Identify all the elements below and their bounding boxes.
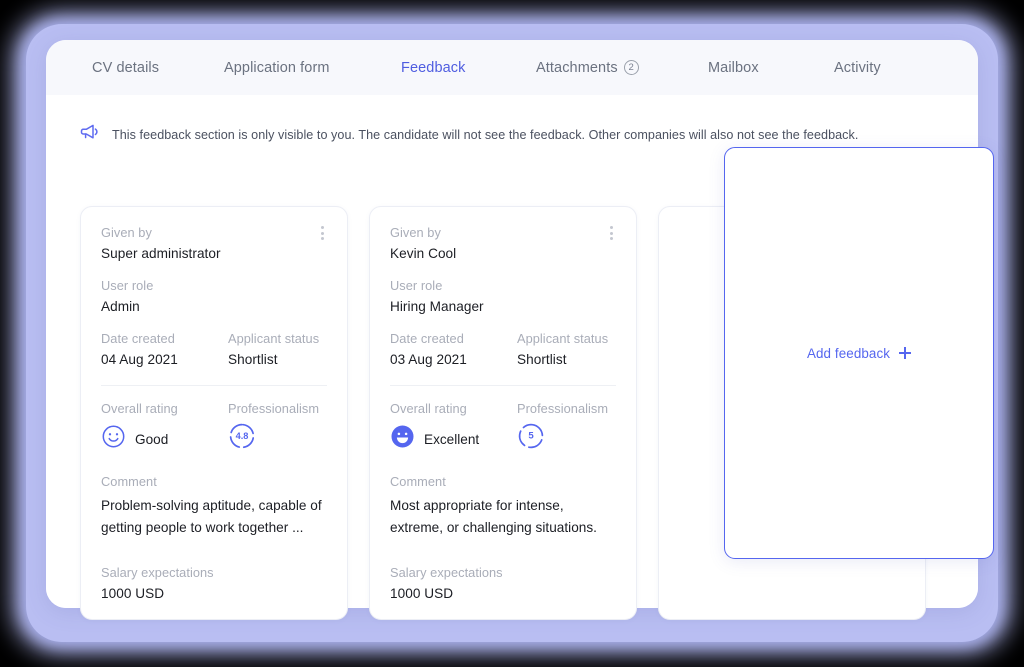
overall-rating-field: Overall rating (101, 401, 228, 455)
tab-label: Activity (834, 59, 881, 76)
tab-mailbox[interactable]: Mailbox (708, 40, 759, 95)
field-value: Kevin Cool (390, 246, 457, 261)
overall-rating-text: Excellent (424, 431, 480, 447)
add-feedback-label: Add feedback (806, 345, 891, 361)
field-value: 03 Aug 2021 (390, 352, 467, 367)
field-value: 1000 USD (101, 586, 165, 602)
comment-field: Comment Problem-solving aptitude, capabl… (101, 474, 327, 539)
ratings-row: Overall rating (101, 401, 327, 455)
field-value: 1000 USD (390, 586, 454, 602)
tab-label: Attachments (536, 59, 618, 76)
field-value: Shortlist (517, 352, 567, 367)
field-label: Given by (101, 225, 152, 240)
tab-cv-details[interactable]: CV details (92, 40, 159, 95)
comment-text: Problem-solving aptitude, capable of get… (101, 498, 322, 536)
user-role-field: User role Hiring Manager (390, 278, 616, 314)
field-label: Overall rating (101, 401, 178, 416)
tab-label: Mailbox (708, 59, 759, 76)
notice-text: This feedback section is only visible to… (112, 127, 859, 142)
tab-label: Application form (224, 59, 330, 76)
field-label: User role (101, 278, 154, 293)
given-by-field: Given by Super administrator (101, 225, 327, 261)
card-menu-icon[interactable] (313, 223, 331, 243)
card-menu-icon[interactable] (602, 223, 620, 243)
feedback-visibility-notice: This feedback section is only visible to… (80, 123, 858, 146)
plus-icon (899, 347, 912, 359)
tab-activity[interactable]: Activity (834, 40, 881, 95)
date-status-row: Date created 03 Aug 2021 Applicant statu… (390, 331, 616, 367)
field-label: Date created (101, 331, 175, 346)
field-label: Salary expectations (101, 565, 214, 581)
salary-field: Salary expectations 1000 USD (390, 565, 616, 601)
professionalism-ring: 5 (517, 422, 608, 455)
app-panel: CV details Application form Feedback Att… (46, 40, 994, 620)
user-role-field: User role Admin (101, 278, 327, 314)
ratings-row: Overall rating (390, 401, 616, 455)
salary-field: Salary expectations 1000 USD (101, 565, 327, 601)
attachments-count-badge: 2 (623, 60, 639, 75)
grin-filled-icon (390, 424, 415, 454)
field-label: Applicant status (517, 331, 609, 346)
smile-outline-icon (101, 424, 126, 454)
professionalism-field: Professionalism 5 (517, 401, 608, 455)
card-divider (390, 385, 616, 386)
field-label: Comment (101, 474, 157, 489)
field-label: Applicant status (228, 331, 320, 346)
field-label: User role (390, 278, 443, 293)
applicant-status-field: Applicant status Shortlist (517, 331, 608, 367)
professionalism-score: 4.8 (236, 431, 249, 441)
screen-root: CV details Application form Feedback Att… (0, 0, 1024, 667)
professionalism-field: Professionalism 4.8 (228, 401, 319, 455)
professionalism-ring: 4.8 (228, 422, 319, 455)
field-label: Given by (390, 225, 441, 240)
given-by-field: Given by Kevin Cool (390, 225, 616, 261)
tab-bar: CV details Application form Feedback Att… (46, 40, 978, 95)
date-created-field: Date created 04 Aug 2021 (101, 331, 228, 367)
field-value: 04 Aug 2021 (101, 352, 178, 367)
field-value: Admin (101, 299, 140, 314)
professionalism-score: 5 (528, 431, 534, 442)
comment-field: Comment Most appropriate for intense, ex… (390, 474, 616, 539)
date-created-field: Date created 03 Aug 2021 (390, 331, 517, 367)
field-value: Super administrator (101, 246, 221, 261)
tab-label: CV details (92, 59, 160, 76)
date-status-row: Date created 04 Aug 2021 Applicant statu… (101, 331, 327, 367)
field-label: Professionalism (517, 401, 609, 416)
feedback-card[interactable]: Given by Super administrator User role A… (80, 206, 348, 620)
field-label: Date created (390, 331, 464, 346)
card-divider (101, 385, 327, 386)
tab-feedback[interactable]: Feedback (401, 40, 465, 95)
add-feedback-card[interactable]: Add feedback (724, 147, 994, 559)
tab-label: Feedback (401, 59, 466, 76)
add-feedback-label-group: Add feedback (806, 345, 912, 361)
field-value: Hiring Manager (390, 299, 484, 314)
field-label: Overall rating (390, 401, 467, 416)
megaphone-icon (80, 123, 100, 146)
field-label: Comment (390, 474, 446, 489)
tab-application-form[interactable]: Application form (224, 40, 330, 95)
feedback-card[interactable]: Given by Kevin Cool User role Hiring Man… (369, 206, 637, 620)
comment-text: Most appropriate for intense, extreme, o… (390, 498, 597, 536)
applicant-status-field: Applicant status Shortlist (228, 331, 319, 367)
field-value: Shortlist (228, 352, 278, 367)
tab-attachments[interactable]: Attachments 2 (536, 40, 639, 95)
field-label: Professionalism (228, 401, 320, 416)
overall-rating-field: Overall rating (390, 401, 517, 455)
overall-rating-text: Good (135, 431, 169, 447)
field-label: Salary expectations (390, 565, 503, 581)
